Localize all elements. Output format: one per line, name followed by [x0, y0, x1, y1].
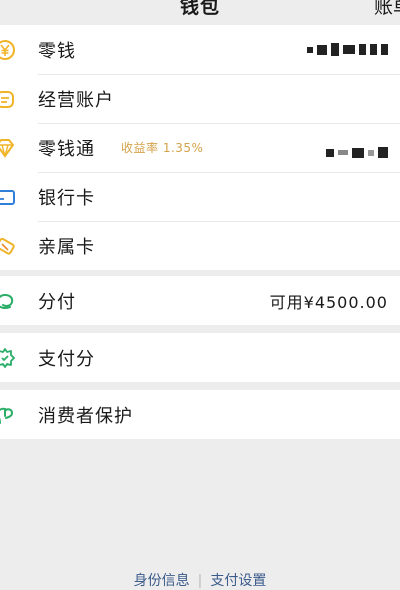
- change-balance-masked: [307, 43, 388, 56]
- top-bar: 钱包 账单: [0, 0, 400, 18]
- lingqiantong-balance-masked: [326, 147, 388, 158]
- shield-hand-icon: [0, 407, 14, 424]
- footer-separator: |: [197, 573, 203, 589]
- diamond-icon: [0, 138, 14, 159]
- change-row[interactable]: 零钱: [0, 25, 400, 74]
- installment-available-amount: 可用¥4500.00: [269, 292, 388, 312]
- bank-card-label: 银行卡: [38, 187, 95, 209]
- payment-settings-link[interactable]: 支付设置: [210, 573, 266, 589]
- bank-card-icon: [0, 189, 15, 205]
- pay-score-group: 支付分: [0, 333, 400, 382]
- change-label: 零钱: [38, 40, 76, 62]
- consumer-protection-label: 消费者保护: [38, 405, 133, 427]
- yield-rate-tag: 收益率 1.35%: [121, 141, 204, 155]
- family-card-label: 亲属卡: [38, 236, 95, 258]
- pay-score-row[interactable]: 支付分: [0, 333, 400, 382]
- consumer-protection-group: 消费者保护: [0, 390, 400, 439]
- merchant-account-icon: [0, 90, 14, 108]
- bills-link[interactable]: 账单: [374, 0, 400, 19]
- merchant-account-row[interactable]: 经营账户: [0, 74, 400, 123]
- merchant-account-label: 经营账户: [38, 89, 114, 111]
- installment-label: 分付: [38, 291, 76, 313]
- pay-score-icon: [0, 347, 15, 368]
- bank-card-row[interactable]: 银行卡: [0, 172, 400, 221]
- yen-coin-icon: [0, 39, 15, 60]
- identity-info-link[interactable]: 身份信息: [134, 573, 190, 589]
- footer-links: 身份信息 | 支付设置: [0, 570, 400, 590]
- lingqiantong-row[interactable]: 零钱通 收益率 1.35%: [0, 123, 400, 172]
- installment-row[interactable]: 分付 可用¥4500.00: [0, 276, 400, 325]
- wallet-group: 零钱 经营账户 零钱通 收益率 1.35% 银行卡 亲属卡: [0, 25, 400, 270]
- family-card-row[interactable]: 亲属卡: [0, 221, 400, 270]
- family-card-icon: [0, 237, 15, 255]
- lingqiantong-label: 零钱通: [38, 138, 95, 160]
- page-title: 钱包: [179, 0, 220, 18]
- pay-score-label: 支付分: [38, 348, 95, 370]
- installment-icon: [0, 293, 14, 309]
- installment-group: 分付 可用¥4500.00: [0, 276, 400, 325]
- consumer-protection-row[interactable]: 消费者保护: [0, 390, 400, 439]
